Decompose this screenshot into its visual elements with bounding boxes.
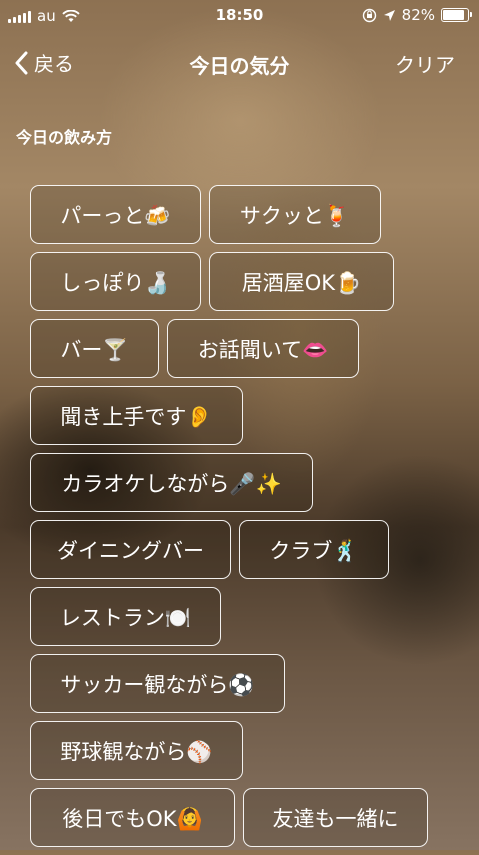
status-bar: au 18:50 82%	[0, 0, 479, 32]
orientation-lock-icon	[362, 8, 376, 22]
options-row: バー🍸 お話聞いて👄	[30, 319, 470, 378]
options-row: カラオケしながら🎤✨	[30, 453, 470, 512]
option-chip[interactable]: 聞き上手です👂	[30, 386, 243, 445]
status-right: 82%	[362, 6, 472, 24]
option-chip[interactable]: 野球観ながら⚾	[30, 721, 243, 780]
option-chip[interactable]: バー🍸	[30, 319, 159, 378]
option-chip[interactable]: パーっと🍻	[30, 185, 201, 244]
options-row: ダイニングバー クラブ🕺	[30, 520, 470, 579]
option-chip[interactable]: 居酒屋OK🍺	[209, 252, 394, 311]
options-row: しっぽり🍶 居酒屋OK🍺	[30, 252, 470, 311]
options-row: 後日でもOK🙆 友達も一緒に	[30, 788, 470, 847]
drinking-style-options: パーっと🍻 サクッと🍹 しっぽり🍶 居酒屋OK🍺 バー🍸 お話聞いて👄 聞き上手…	[30, 185, 470, 855]
option-chip[interactable]: お話聞いて👄	[167, 319, 359, 378]
option-chip[interactable]: サッカー観ながら⚽	[30, 654, 285, 713]
clear-button[interactable]: クリア	[395, 49, 455, 78]
section-label: 今日の飲み方	[16, 128, 113, 147]
option-chip[interactable]: レストラン🍽️	[30, 587, 221, 646]
options-row: 聞き上手です👂	[30, 386, 470, 445]
location-arrow-icon	[383, 9, 395, 21]
nav-bar: 戻る 今日の気分 クリア	[0, 40, 479, 84]
option-chip[interactable]: ダイニングバー	[30, 520, 231, 579]
option-chip[interactable]: クラブ🕺	[239, 520, 389, 579]
options-row: レストラン🍽️	[30, 587, 470, 646]
option-chip[interactable]: 友達も一緒に	[243, 788, 428, 847]
options-row: 野球観ながら⚾	[30, 721, 470, 780]
battery-percent: 82%	[401, 6, 435, 24]
option-chip[interactable]: 後日でもOK🙆	[30, 788, 235, 847]
option-chip[interactable]: しっぽり🍶	[30, 252, 201, 311]
option-chip[interactable]: カラオケしながら🎤✨	[30, 453, 313, 512]
options-row: サッカー観ながら⚽	[30, 654, 470, 713]
battery-icon	[441, 8, 472, 22]
option-chip[interactable]: サクッと🍹	[209, 185, 381, 244]
options-row: パーっと🍻 サクッと🍹	[30, 185, 470, 244]
